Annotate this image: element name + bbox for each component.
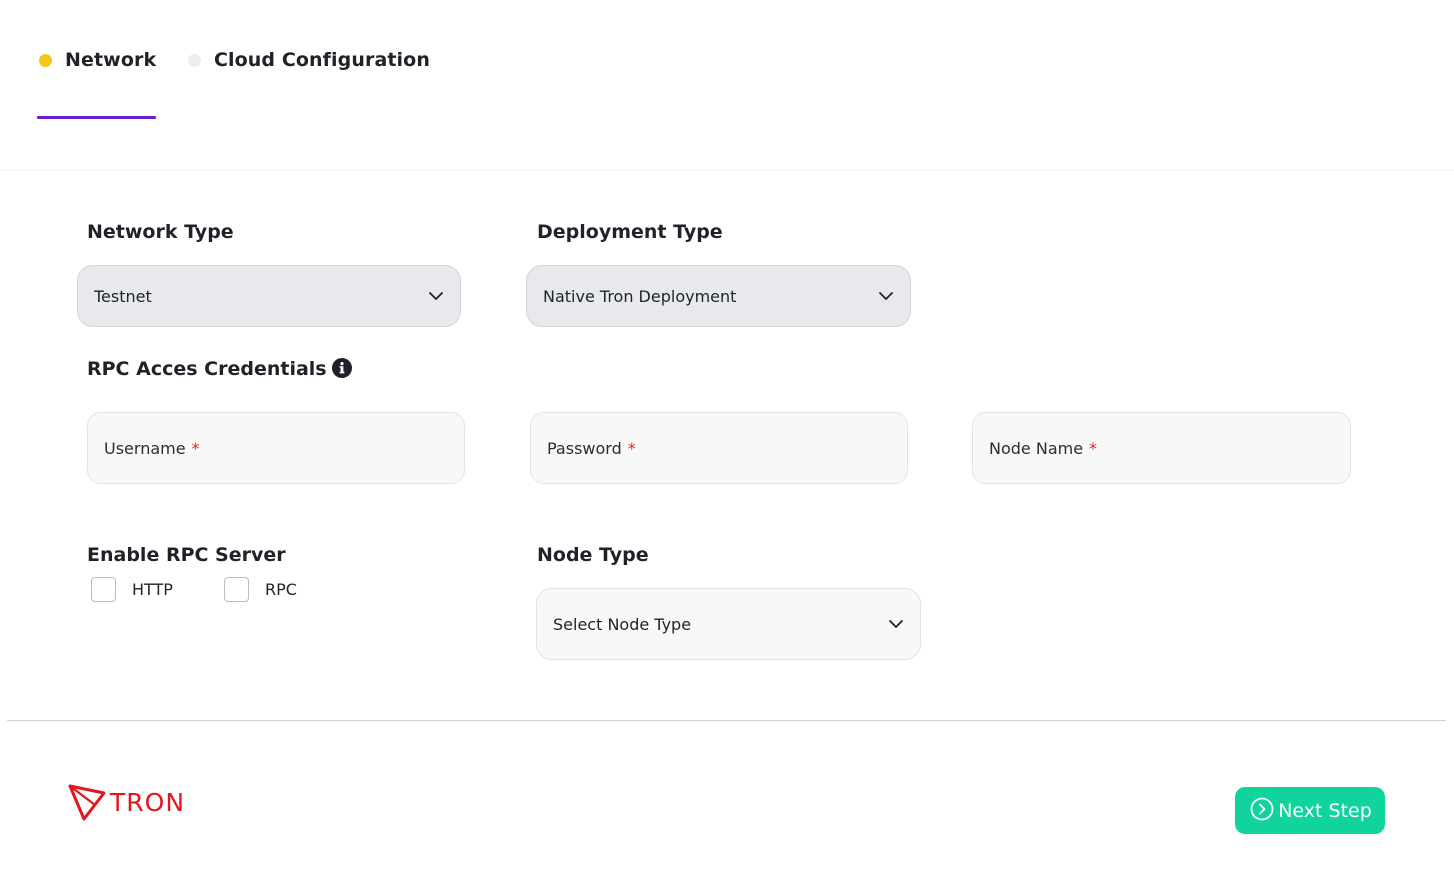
network-type-label: Network Type: [87, 221, 234, 243]
chevron-right-circle-icon: [1250, 797, 1274, 825]
rpc-checkbox-label: RPC: [265, 580, 297, 599]
required-marker: *: [627, 438, 636, 458]
tab-cloud-configuration[interactable]: Cloud Configuration: [188, 45, 430, 75]
chevron-down-icon: [878, 288, 894, 304]
chevron-down-icon: [888, 616, 904, 632]
tron-logo: TRON: [68, 783, 185, 821]
network-type-select[interactable]: Testnet: [77, 265, 461, 327]
node-name-field[interactable]: Node Name *: [972, 412, 1351, 484]
checkbox-box[interactable]: [91, 577, 116, 602]
http-checkbox-label: HTTP: [132, 580, 173, 599]
next-step-label: Next Step: [1278, 799, 1372, 822]
checkbox-box[interactable]: [224, 577, 249, 602]
rpc-credentials-label: RPC Acces Credentials: [87, 358, 352, 380]
deployment-type-value: Native Tron Deployment: [543, 286, 737, 306]
username-field[interactable]: Username *: [87, 412, 465, 484]
footer-divider: [7, 720, 1446, 721]
status-dot: [188, 53, 201, 67]
active-tab-indicator: [37, 116, 156, 119]
password-field[interactable]: Password *: [530, 412, 908, 484]
next-step-button[interactable]: Next Step: [1235, 787, 1385, 834]
rpc-credentials-title: RPC Acces Credentials: [87, 358, 327, 380]
required-marker: *: [1089, 438, 1098, 458]
password-placeholder: Password: [547, 438, 622, 458]
node-name-placeholder: Node Name: [989, 438, 1084, 458]
status-dot: [39, 53, 52, 67]
tab-network[interactable]: Network: [39, 45, 156, 75]
tab-network-label: Network: [65, 49, 157, 71]
node-type-label: Node Type: [537, 544, 649, 566]
node-type-select[interactable]: Select Node Type: [536, 588, 921, 660]
tron-logo-icon: [68, 784, 106, 821]
tab-cloud-configuration-label: Cloud Configuration: [214, 49, 430, 71]
rpc-checkbox[interactable]: RPC: [224, 577, 297, 602]
username-placeholder: Username: [104, 438, 186, 458]
stepper-tabs: Network Cloud Configuration: [0, 0, 1454, 171]
info-circle-icon[interactable]: [331, 358, 352, 378]
node-type-placeholder: Select Node Type: [553, 614, 692, 634]
deployment-type-select[interactable]: Native Tron Deployment: [526, 265, 911, 327]
network-type-value: Testnet: [94, 286, 152, 306]
http-checkbox[interactable]: HTTP: [91, 577, 173, 602]
deployment-type-label: Deployment Type: [537, 221, 723, 243]
required-marker: *: [191, 438, 200, 458]
enable-rpc-label: Enable RPC Server: [87, 544, 286, 566]
tron-logo-text: TRON: [110, 787, 186, 817]
chevron-down-icon: [428, 288, 444, 304]
page: Network Cloud Configuration Network Type…: [0, 0, 1454, 877]
